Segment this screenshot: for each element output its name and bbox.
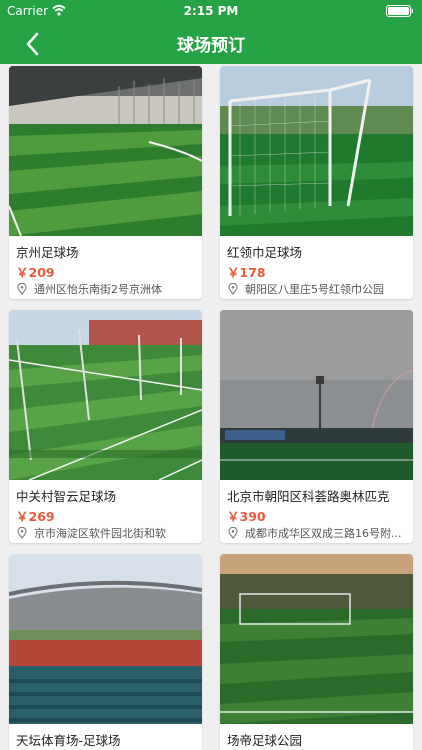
venue-address-row: 成都市成华区双成三路16号附... [227, 525, 409, 541]
venue-name: 红领巾足球场 [227, 245, 303, 260]
battery-icon [386, 5, 414, 17]
venue-card[interactable]: 天坛体育场-足球场 [9, 554, 202, 750]
venue-name: 中关村智云足球场 [16, 489, 117, 504]
venue-name: 京州足球场 [16, 245, 79, 260]
venue-address: 京市海淀区软件园北街和软 [34, 527, 166, 540]
venue-address: 成都市成华区双成三路16号附... [245, 527, 402, 540]
venue-card[interactable]: 京州足球场 ￥209 通州区怡乐南街2号京洲体 [9, 66, 202, 299]
venue-price: ￥178 [227, 265, 266, 280]
page-title: 球场预订 [177, 36, 245, 56]
venue-address: 通州区怡乐南街2号京洲体 [34, 283, 162, 296]
venue-card[interactable]: 北京市朝阳区科荟路奥林匹克 ￥390 成都市成华区双成三路16号附... [220, 310, 413, 543]
venue-card[interactable]: 红领巾足球场 ￥178 朝阳区八里庄5号红领巾公园 [220, 66, 413, 299]
status-bar: Carrier 2:15 PM [0, 0, 422, 22]
venue-photo [9, 66, 202, 236]
location-pin-icon [228, 527, 238, 539]
venue-price: ￥209 [16, 265, 55, 280]
location-pin-icon [17, 527, 27, 539]
venue-grid: 京州足球场 ￥209 通州区怡乐南街2号京洲体 红领巾足球场 ￥178 朝阳区八… [0, 64, 422, 750]
venue-photo [220, 554, 413, 724]
status-time: 2:15 PM [183, 4, 239, 18]
venue-photo [220, 66, 413, 236]
venue-address-row: 朝阳区八里庄5号红领巾公园 [227, 281, 409, 297]
venue-name: 北京市朝阳区科荟路奥林匹克 [227, 489, 390, 504]
venue-address-row: 京市海淀区软件园北街和软 [16, 525, 198, 541]
venue-card[interactable]: 场帝足球公园 [220, 554, 413, 750]
venue-price: ￥390 [227, 509, 266, 524]
venue-card[interactable]: 中关村智云足球场 ￥269 京市海淀区软件园北街和软 [9, 310, 202, 543]
venue-photo [9, 554, 202, 724]
venue-photo [220, 310, 413, 480]
venue-name: 场帝足球公园 [227, 733, 303, 748]
nav-bar: 球场预订 [0, 22, 422, 64]
location-pin-icon [228, 283, 238, 295]
venue-name: 天坛体育场-足球场 [16, 733, 121, 748]
venue-address-row: 通州区怡乐南街2号京洲体 [16, 281, 198, 297]
location-pin-icon [17, 283, 27, 295]
venue-photo [9, 310, 202, 480]
venue-price: ￥269 [16, 509, 55, 524]
venue-address: 朝阳区八里庄5号红领巾公园 [245, 283, 384, 296]
